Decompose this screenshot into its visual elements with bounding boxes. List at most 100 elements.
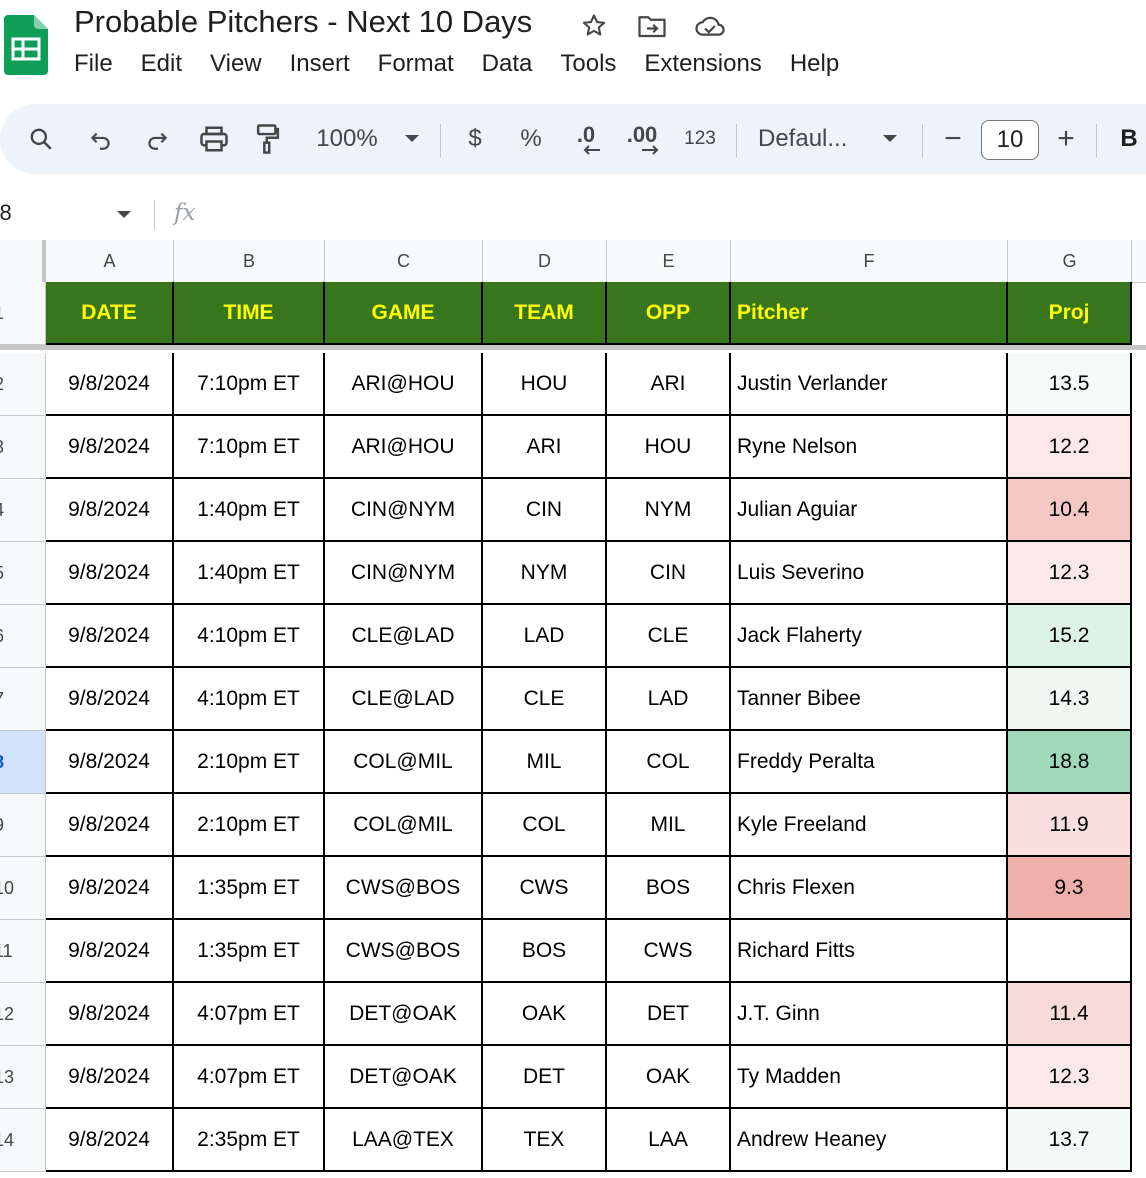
column-header-b[interactable]: B bbox=[174, 240, 325, 282]
cell-team[interactable]: OAK bbox=[483, 983, 607, 1046]
cell-team[interactable]: BOS bbox=[483, 920, 607, 983]
cell-proj[interactable]: 9.3 bbox=[1008, 857, 1132, 920]
percent-format-button[interactable]: % bbox=[516, 104, 546, 174]
cell-pitcher[interactable]: J.T. Ginn bbox=[731, 983, 1008, 1046]
row-header-3[interactable]: 3 bbox=[0, 416, 46, 479]
row-header-14[interactable]: 14 bbox=[0, 1109, 46, 1172]
chevron-down-icon[interactable] bbox=[116, 210, 132, 220]
row-header-10[interactable]: 10 bbox=[0, 857, 46, 920]
cell-proj[interactable]: 10.4 bbox=[1008, 479, 1132, 542]
cell-proj[interactable]: 13.7 bbox=[1008, 1109, 1132, 1172]
star-icon[interactable] bbox=[578, 10, 610, 42]
cell-team[interactable]: CLE bbox=[483, 668, 607, 731]
cell-time[interactable]: 1:35pm ET bbox=[174, 920, 325, 983]
cell-proj[interactable]: 12.3 bbox=[1008, 1046, 1132, 1109]
cell-proj[interactable]: 12.3 bbox=[1008, 542, 1132, 605]
name-box[interactable]: F8 bbox=[0, 200, 12, 226]
cell-proj[interactable]: 14.3 bbox=[1008, 668, 1132, 731]
row-header-13[interactable]: 13 bbox=[0, 1046, 46, 1109]
column-header-a[interactable]: A bbox=[46, 240, 174, 282]
cell-game[interactable]: DET@OAK bbox=[325, 983, 483, 1046]
cell-opp[interactable]: LAD bbox=[607, 668, 731, 731]
cell-opp[interactable]: OAK bbox=[607, 1046, 731, 1109]
cell-game[interactable]: CWS@BOS bbox=[325, 857, 483, 920]
cell-date[interactable]: 9/8/2024 bbox=[46, 479, 174, 542]
font-select[interactable]: Defaul... bbox=[758, 104, 908, 174]
cell-pitcher[interactable]: Chris Flexen bbox=[731, 857, 1008, 920]
cell-opp[interactable]: LAA bbox=[607, 1109, 731, 1172]
row-header-4[interactable]: 4 bbox=[0, 479, 46, 542]
select-all-corner[interactable] bbox=[0, 240, 46, 282]
cell-game[interactable]: COL@MIL bbox=[325, 731, 483, 794]
menu-extensions[interactable]: Extensions bbox=[644, 50, 761, 78]
undo-icon[interactable] bbox=[86, 104, 116, 174]
row-header-6[interactable]: 6 bbox=[0, 605, 46, 668]
cell-opp[interactable]: NYM bbox=[607, 479, 731, 542]
cell-game[interactable]: DET@OAK bbox=[325, 1046, 483, 1109]
row-header-2[interactable]: 2 bbox=[0, 353, 46, 416]
cell-date[interactable]: 9/8/2024 bbox=[46, 857, 174, 920]
menu-format[interactable]: Format bbox=[378, 50, 454, 78]
cell-opp[interactable]: CLE bbox=[607, 605, 731, 668]
header-cell-opp[interactable]: OPP bbox=[607, 282, 731, 345]
cell-time[interactable]: 2:10pm ET bbox=[174, 731, 325, 794]
column-header-f[interactable]: F bbox=[731, 240, 1008, 282]
row-header-5[interactable]: 5 bbox=[0, 542, 46, 605]
cell-team[interactable]: NYM bbox=[483, 542, 607, 605]
cell-opp[interactable]: CIN bbox=[607, 542, 731, 605]
cell-game[interactable]: COL@MIL bbox=[325, 794, 483, 857]
cell-opp[interactable]: COL bbox=[607, 731, 731, 794]
increase-font-size-button[interactable]: + bbox=[1052, 104, 1080, 174]
menu-file[interactable]: File bbox=[74, 50, 113, 78]
row-header-12[interactable]: 12 bbox=[0, 983, 46, 1046]
header-cell-pitcher[interactable]: Pitcher bbox=[731, 282, 1008, 345]
increase-decimal-button[interactable]: .00 bbox=[622, 104, 662, 174]
cell-pitcher[interactable]: Freddy Peralta bbox=[731, 731, 1008, 794]
cell-date[interactable]: 9/8/2024 bbox=[46, 542, 174, 605]
font-size-input[interactable]: 10 bbox=[981, 120, 1039, 160]
cell-pitcher[interactable]: Justin Verlander bbox=[731, 353, 1008, 416]
document-title[interactable]: Probable Pitchers - Next 10 Days bbox=[74, 4, 532, 40]
cell-game[interactable]: CIN@NYM bbox=[325, 479, 483, 542]
cell-opp[interactable]: MIL bbox=[607, 794, 731, 857]
cell-pitcher[interactable]: Luis Severino bbox=[731, 542, 1008, 605]
menu-edit[interactable]: Edit bbox=[141, 50, 182, 78]
cell-time[interactable]: 7:10pm ET bbox=[174, 416, 325, 479]
cell-time[interactable]: 7:10pm ET bbox=[174, 353, 325, 416]
header-cell-proj[interactable]: Proj bbox=[1008, 282, 1132, 345]
decrease-font-size-button[interactable]: − bbox=[940, 104, 966, 174]
cloud-status-icon[interactable] bbox=[694, 10, 726, 42]
menu-view[interactable]: View bbox=[210, 50, 262, 78]
column-header-e[interactable]: E bbox=[607, 240, 731, 282]
cell-team[interactable]: ARI bbox=[483, 416, 607, 479]
cell-game[interactable]: CIN@NYM bbox=[325, 542, 483, 605]
cell-team[interactable]: LAD bbox=[483, 605, 607, 668]
cell-date[interactable]: 9/8/2024 bbox=[46, 605, 174, 668]
cell-opp[interactable]: HOU bbox=[607, 416, 731, 479]
cell-date[interactable]: 9/8/2024 bbox=[46, 416, 174, 479]
bold-button[interactable]: B bbox=[1116, 104, 1142, 174]
row-header-7[interactable]: 7 bbox=[0, 668, 46, 731]
cell-game[interactable]: CLE@LAD bbox=[325, 605, 483, 668]
cell-game[interactable]: ARI@HOU bbox=[325, 416, 483, 479]
cell-date[interactable]: 9/8/2024 bbox=[46, 731, 174, 794]
cell-date[interactable]: 9/8/2024 bbox=[46, 920, 174, 983]
cell-time[interactable]: 1:35pm ET bbox=[174, 857, 325, 920]
paint-format-icon[interactable] bbox=[253, 104, 283, 174]
cell-game[interactable]: CLE@LAD bbox=[325, 668, 483, 731]
cell-time[interactable]: 4:10pm ET bbox=[174, 605, 325, 668]
sheets-logo-icon[interactable] bbox=[4, 15, 48, 75]
cell-game[interactable]: LAA@TEX bbox=[325, 1109, 483, 1172]
cell-pitcher[interactable]: Jack Flaherty bbox=[731, 605, 1008, 668]
cell-date[interactable]: 9/8/2024 bbox=[46, 794, 174, 857]
header-cell-date[interactable]: DATE bbox=[46, 282, 174, 345]
cell-proj[interactable]: 11.9 bbox=[1008, 794, 1132, 857]
menu-data[interactable]: Data bbox=[482, 50, 533, 78]
column-header-d[interactable]: D bbox=[483, 240, 607, 282]
row-header-8[interactable]: 8 bbox=[0, 731, 46, 794]
row-header-9[interactable]: 9 bbox=[0, 794, 46, 857]
cell-time[interactable]: 2:10pm ET bbox=[174, 794, 325, 857]
cell-time[interactable]: 1:40pm ET bbox=[174, 479, 325, 542]
zoom-select[interactable]: 100% bbox=[308, 104, 428, 174]
column-header-g[interactable]: G bbox=[1008, 240, 1132, 282]
